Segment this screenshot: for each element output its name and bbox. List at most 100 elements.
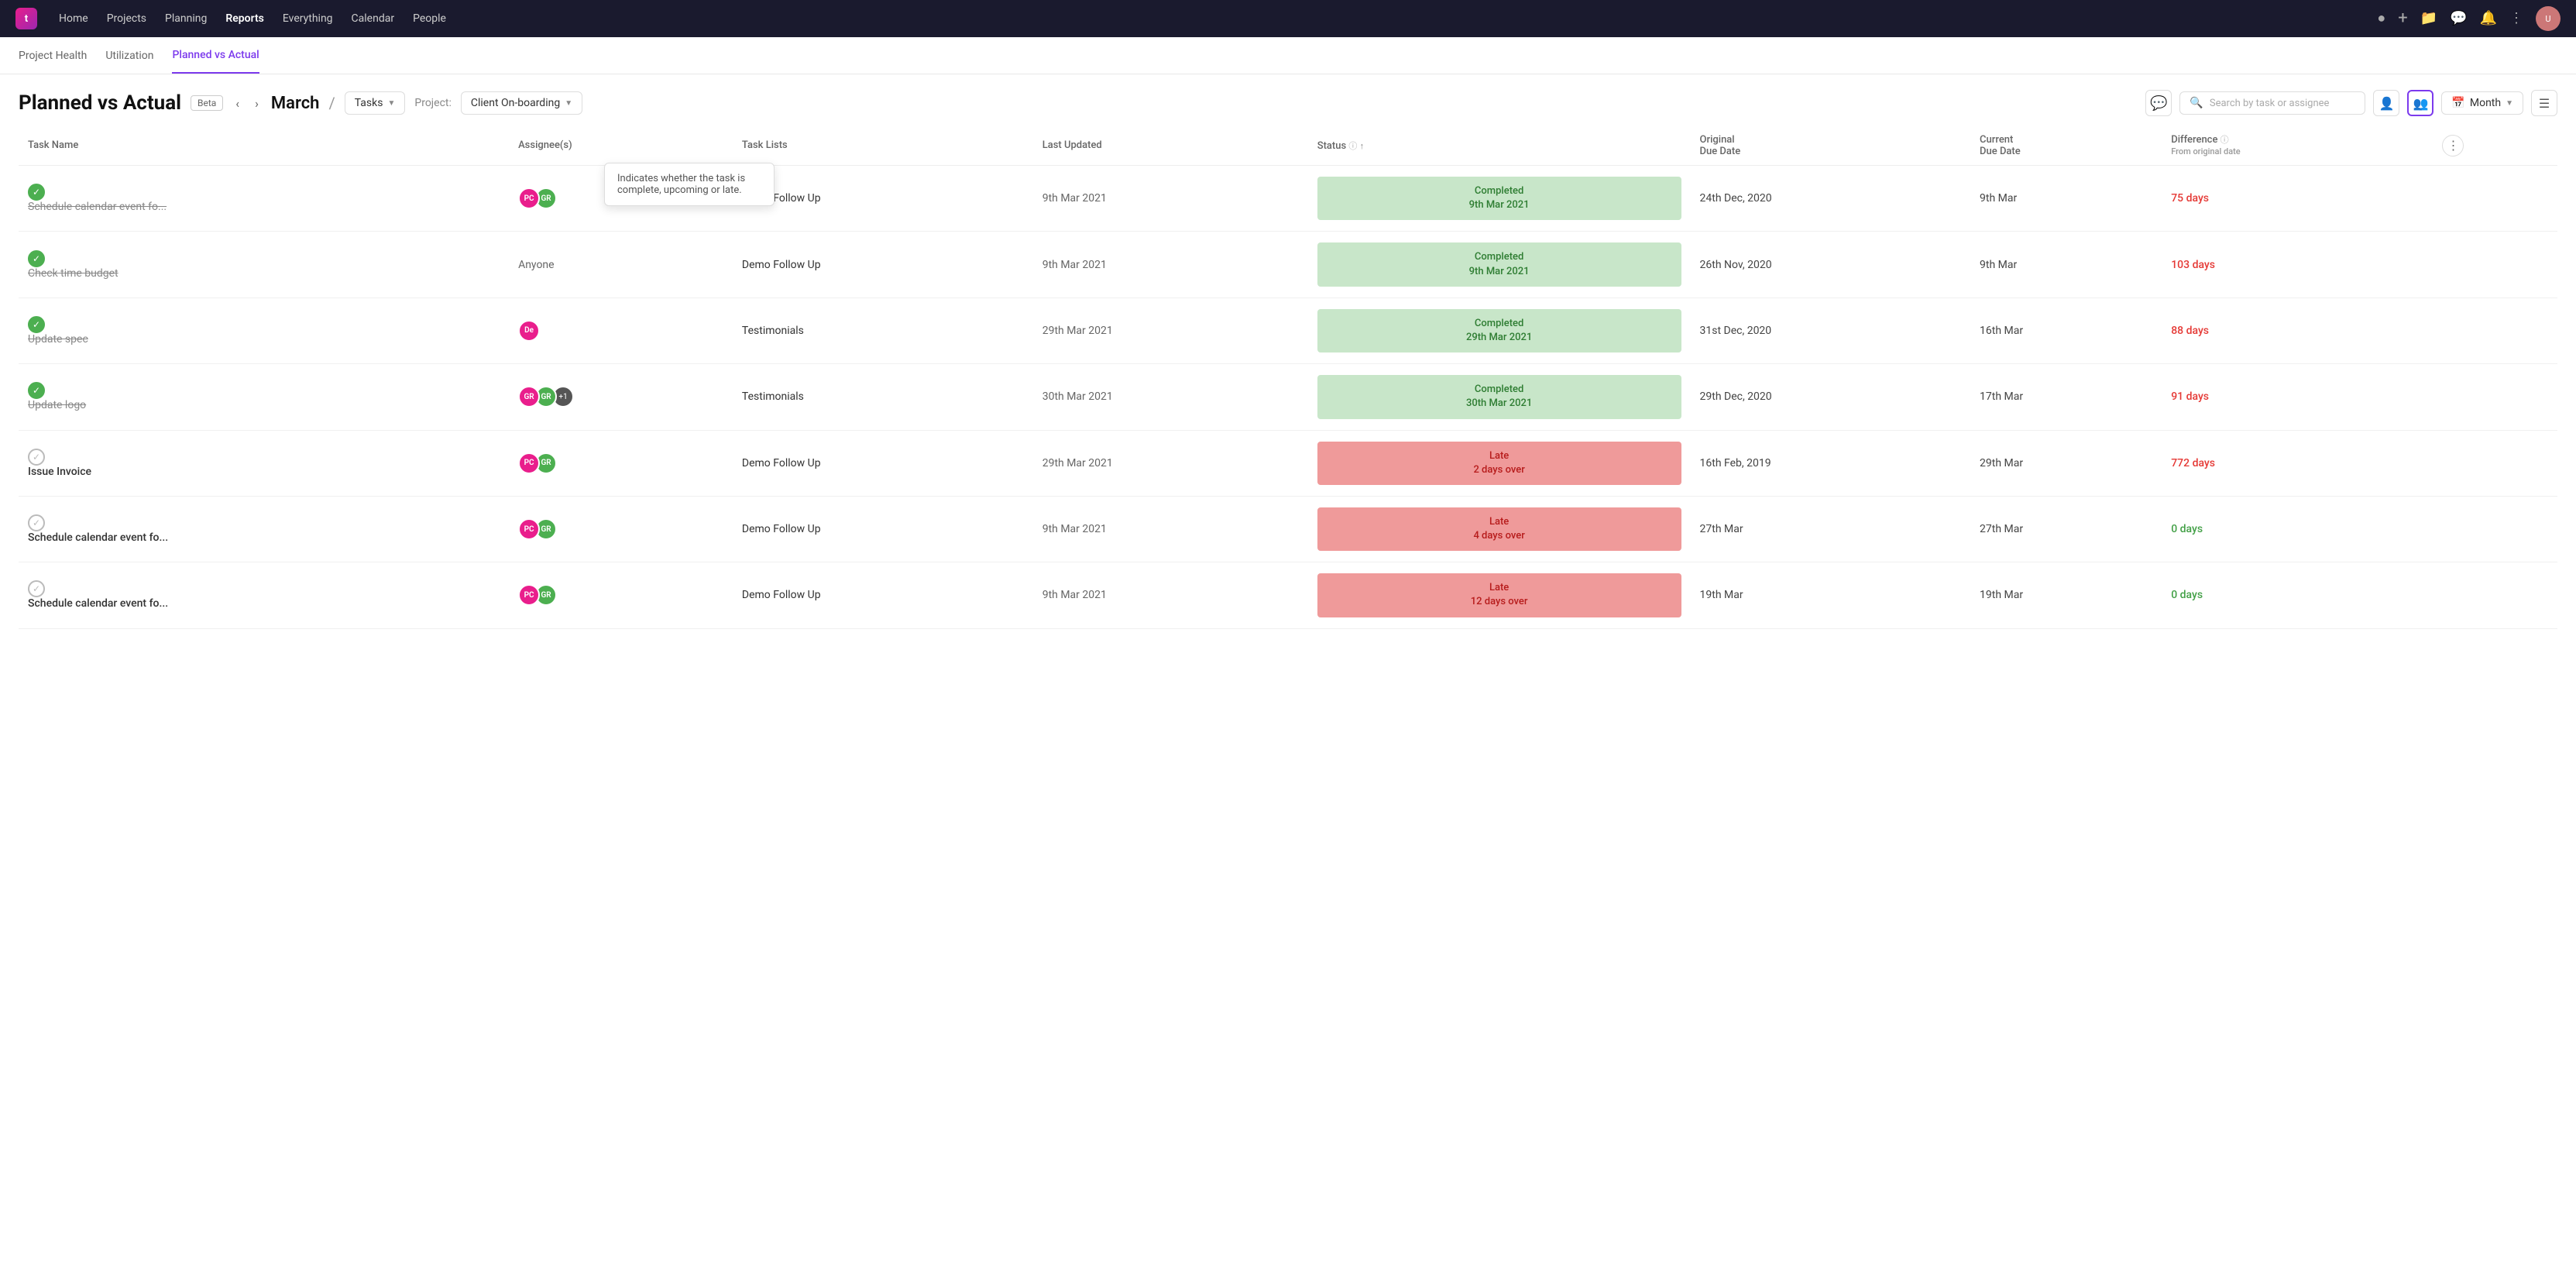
task-list-cell: Testimonials: [733, 364, 1033, 430]
user-avatar[interactable]: U: [2536, 6, 2561, 31]
subnav-planned-vs-actual[interactable]: Planned vs Actual: [172, 37, 259, 74]
difference-cell: 91 days: [2162, 364, 2433, 430]
status-badge: Completed29th Mar 2021: [1317, 309, 1681, 352]
col-current-due: CurrentDue Date: [1970, 126, 2162, 166]
assignee-group: PCGR: [518, 584, 723, 606]
nav-reports[interactable]: Reports: [225, 12, 264, 25]
task-check-icon[interactable]: ✓: [28, 250, 45, 267]
original-due-cell: 26th Nov, 2020: [1691, 232, 1971, 297]
col-status[interactable]: Status ⓘ ↑: [1308, 126, 1691, 166]
project-dropdown-chevron-icon: ▼: [565, 99, 572, 108]
difference-cell: 103 days: [2162, 232, 2433, 297]
nav-planning[interactable]: Planning: [165, 12, 207, 25]
assignees-cell: Anyone: [509, 232, 733, 297]
task-name-cell: ✓Schedule calendar event fo...: [19, 496, 509, 562]
grid-icon[interactable]: ⋮: [2509, 12, 2523, 26]
assignee-group: PCGR: [518, 518, 723, 540]
subnav-project-health[interactable]: Project Health: [19, 37, 87, 74]
task-check-icon[interactable]: ✓: [28, 316, 45, 333]
page-header: Planned vs Actual Beta ‹ › March / Tasks…: [0, 74, 2576, 126]
status-badge: Completed30th Mar 2021: [1317, 375, 1681, 418]
more-options-button[interactable]: ⋮: [2442, 135, 2464, 156]
filter-button[interactable]: ☰: [2531, 90, 2557, 116]
bell-icon[interactable]: 🔔: [2480, 12, 2497, 26]
original-due-cell: 29th Dec, 2020: [1691, 364, 1971, 430]
assignees-cell: GRGR+1: [509, 364, 733, 430]
difference-cell: 88 days: [2162, 297, 2433, 363]
task-check-icon[interactable]: ✓: [28, 382, 45, 399]
task-name-text[interactable]: Schedule calendar event fo...: [28, 201, 167, 213]
add-icon[interactable]: +: [2398, 10, 2407, 27]
task-list-cell: Demo Follow Up: [733, 496, 1033, 562]
col-task-lists: Task Lists: [733, 126, 1033, 166]
task-name-text[interactable]: Check time budget: [28, 267, 118, 280]
prev-month-button[interactable]: ‹: [232, 93, 242, 114]
current-due-cell: 16th Mar: [1970, 297, 2162, 363]
row-more-cell: [2433, 430, 2557, 496]
search-icon: 🔍: [2190, 97, 2203, 109]
avatar: PC: [518, 187, 540, 209]
nav-people[interactable]: People: [413, 12, 446, 25]
task-name-cell: ✓Issue Invoice: [19, 430, 509, 496]
tasks-dropdown[interactable]: Tasks ▼: [345, 91, 406, 115]
nav-calendar[interactable]: Calendar: [352, 12, 395, 25]
col-original-due: OriginalDue Date: [1691, 126, 1971, 166]
sub-navigation: Project Health Utilization Planned vs Ac…: [0, 37, 2576, 74]
current-due-cell: 27th Mar: [1970, 496, 2162, 562]
assignees-cell: PCGR: [509, 562, 733, 628]
sort-icon[interactable]: ↑: [1360, 141, 1365, 151]
nav-home[interactable]: Home: [59, 12, 88, 25]
last-updated-cell: 29th Mar 2021: [1033, 297, 1308, 363]
original-due-cell: 27th Mar: [1691, 496, 1971, 562]
search-placeholder-text: Search by task or assignee: [2210, 98, 2330, 109]
avatar: GR: [518, 386, 540, 408]
assignee-group: De: [518, 320, 723, 342]
folder-icon[interactable]: 📁: [2420, 12, 2437, 26]
task-name-text[interactable]: Schedule calendar event fo...: [28, 597, 168, 610]
task-name-text[interactable]: Issue Invoice: [28, 466, 91, 478]
beta-badge: Beta: [191, 95, 223, 111]
next-month-button[interactable]: ›: [252, 93, 262, 114]
nav-everything[interactable]: Everything: [283, 12, 333, 25]
difference-cell: 75 days: [2162, 166, 2433, 232]
task-name-cell: ✓Schedule calendar event fo...: [19, 166, 509, 232]
person-icon-button[interactable]: 👤: [2373, 90, 2399, 116]
row-more-cell: [2433, 166, 2557, 232]
row-more-cell: [2433, 297, 2557, 363]
search-icon[interactable]: ●: [2377, 12, 2385, 26]
nav-actions: ● + 📁 💬 🔔 ⋮ U: [2377, 6, 2561, 31]
nav-projects[interactable]: Projects: [107, 12, 146, 25]
task-name-text[interactable]: Update spec: [28, 333, 88, 346]
table-row: ✓Issue InvoicePCGRDemo Follow Up29th Mar…: [19, 430, 2557, 496]
app-logo[interactable]: t: [15, 8, 37, 29]
task-check-icon[interactable]: ✓: [28, 580, 45, 597]
status-cell: Completed9th Mar 2021: [1308, 232, 1691, 297]
task-list-cell: Demo Follow Up: [733, 562, 1033, 628]
subnav-utilization[interactable]: Utilization: [105, 37, 153, 74]
task-check-icon[interactable]: ✓: [28, 184, 45, 201]
task-check-icon[interactable]: ✓: [28, 514, 45, 531]
status-badge: Late4 days over: [1317, 507, 1681, 551]
status-badge: Late12 days over: [1317, 573, 1681, 617]
task-list-cell: Demo Follow Up: [733, 166, 1033, 232]
current-due-cell: 17th Mar: [1970, 364, 2162, 430]
assignees-cell: PCGR: [509, 430, 733, 496]
month-view-button[interactable]: 📅 Month ▼: [2441, 91, 2523, 115]
task-name-text[interactable]: Schedule calendar event fo...: [28, 531, 168, 544]
group-icon-button[interactable]: 👥: [2407, 90, 2433, 116]
tasks-dropdown-chevron-icon: ▼: [387, 99, 395, 108]
difference-cell: 0 days: [2162, 496, 2433, 562]
chat-icon[interactable]: 💬: [2450, 12, 2467, 26]
assignee-group: PCGR: [518, 452, 723, 474]
original-due-cell: 19th Mar: [1691, 562, 1971, 628]
task-name-text[interactable]: Update logo: [28, 399, 86, 411]
status-cell: Late4 days over: [1308, 496, 1691, 562]
task-name-cell: ✓Check time budget: [19, 232, 509, 297]
comment-button[interactable]: 💬: [2145, 90, 2172, 116]
status-cell: Completed29th Mar 2021: [1308, 297, 1691, 363]
search-box[interactable]: 🔍 Search by task or assignee: [2179, 91, 2365, 115]
planned-vs-actual-table: Task Name Assignee(s) Task Lists Last Up…: [0, 126, 2576, 629]
task-check-icon[interactable]: ✓: [28, 449, 45, 466]
status-tooltip: Indicates whether the task is complete, …: [604, 163, 775, 206]
project-dropdown[interactable]: Client On-boarding ▼: [461, 91, 582, 115]
